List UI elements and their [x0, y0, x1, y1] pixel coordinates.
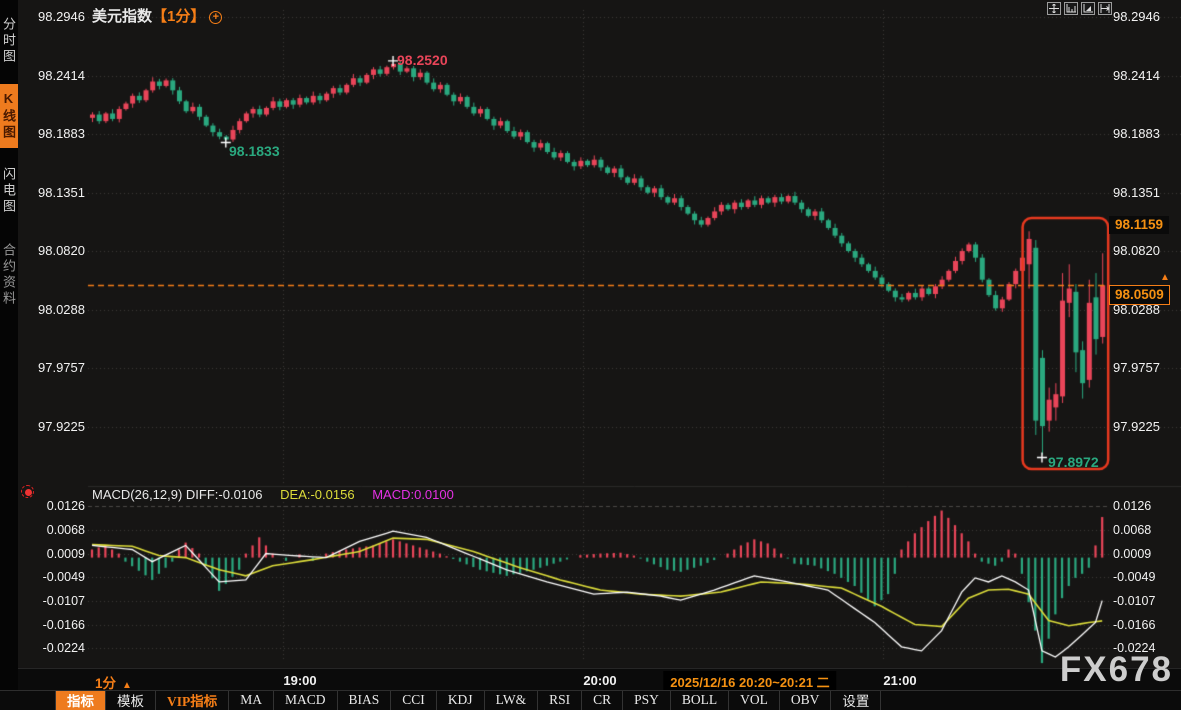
level-high-tag: 98.1159: [1109, 216, 1169, 234]
macd-axis-label-right: -0.0049: [1113, 570, 1155, 584]
macd-axis-label-left: 0.0009: [17, 547, 85, 561]
price-axis-label-left: 98.0288: [17, 302, 85, 317]
indicator-toolbar: 指标模板VIP指标MAMACDBIASCCIKDJLW&RSICRPSYBOLL…: [0, 690, 1181, 710]
toolbar-button-指标[interactable]: 指标: [55, 691, 106, 710]
toolbar-button-OBV[interactable]: OBV: [780, 691, 832, 710]
price-axis-label-left: 98.1883: [17, 126, 85, 141]
sidebar-tab-合约资料[interactable]: 合约资料: [0, 230, 18, 320]
current-price-arrow-icon: ▲: [1160, 272, 1170, 283]
interval-badge: 【1分】: [152, 8, 205, 25]
toolbar-button-PSY[interactable]: PSY: [623, 691, 671, 710]
session-high-label: 98.2520: [397, 52, 448, 68]
macd-axis-label-left: -0.0049: [17, 570, 85, 584]
price-axis-label-left: 98.1351: [17, 185, 85, 200]
indicator-alert-icon[interactable]: [21, 485, 36, 500]
toolbar-button-BIAS[interactable]: BIAS: [338, 691, 392, 710]
sidebar-tab-闪电图[interactable]: 闪电图: [0, 156, 18, 226]
mid-low-label: 98.1833: [229, 143, 280, 159]
macd-axis-label-right: -0.0166: [1113, 618, 1155, 632]
time-tick-21:00: 21:00: [883, 673, 916, 688]
price-axis-label-right: 97.9225: [1113, 419, 1160, 434]
macd-axis-label-left: 0.0126: [17, 499, 85, 513]
trading-chart-app: 分时图 K线图闪电图合约资料 美元指数【1分】 + 98.2946 98.2946 98…: [0, 0, 1181, 710]
chart-canvas[interactable]: [0, 0, 1181, 710]
symbol-name: 美元指数: [92, 8, 152, 25]
toolbar-button-CR[interactable]: CR: [582, 691, 623, 710]
macd-axis-label-left: -0.0107: [17, 594, 85, 608]
macd-axis-label-left: -0.0166: [17, 618, 85, 632]
price-axis-label-left: 97.9225: [17, 419, 85, 434]
price-axis-label-left: 97.9757: [17, 360, 85, 375]
burst-low-label: 97.8972: [1048, 454, 1099, 470]
zoom-axis-icon[interactable]: [1064, 2, 1078, 15]
toolbar-button-VIP指标[interactable]: VIP指标: [156, 691, 229, 710]
price-axis-label-right: 98.2414: [1113, 68, 1160, 83]
pan-tool-icon[interactable]: [1047, 2, 1061, 15]
toolbar-button-模板[interactable]: 模板: [106, 691, 156, 710]
time-tick-20:00: 20:00: [583, 673, 616, 688]
time-axis: 1分▲ 19:0020:0021:00 2025/12/16 20:20~20:…: [0, 668, 1181, 690]
macd-axis-label-left: -0.0224: [17, 641, 85, 655]
macd-axis-label-right: -0.0107: [1113, 594, 1155, 608]
macd-axis-label-left: 0.0068: [17, 523, 85, 537]
toolbar-button-设置[interactable]: 设置: [831, 691, 881, 710]
auto-scale-icon[interactable]: [1081, 2, 1095, 15]
macd-dea-value: DEA:-0.0156: [280, 487, 354, 502]
price-axis-label-right: 98.1883: [1113, 126, 1160, 141]
chart-tool-icons: [1047, 2, 1112, 15]
add-compare-icon[interactable]: +: [209, 11, 222, 24]
shift-chart-icon[interactable]: [1098, 2, 1112, 15]
toolbar-button-KDJ[interactable]: KDJ: [437, 691, 485, 710]
price-axis-label-left: 98.2946: [17, 9, 85, 24]
price-axis-label-right: 98.2946: [1113, 9, 1160, 24]
toolbar-button-CCI[interactable]: CCI: [391, 691, 437, 710]
macd-axis-label-right: 0.0068: [1113, 523, 1151, 537]
interval-label: 1分: [95, 676, 116, 691]
price-axis-label-right: 98.0820: [1113, 243, 1160, 258]
toolbar-button-VOL[interactable]: VOL: [729, 691, 780, 710]
price-axis-label-left: 98.0820: [17, 243, 85, 258]
left-sidebar: 分时图 K线图闪电图合约资料: [0, 0, 18, 710]
macd-header: MACD(26,12,9) DIFF:-0.0106 DEA:-0.0156 M…: [92, 487, 454, 502]
price-axis-label-right: 97.9757: [1113, 360, 1160, 375]
toolbar-button-BOLL[interactable]: BOLL: [671, 691, 729, 710]
current-price-tag: 98.0509: [1109, 285, 1170, 305]
macd-axis-label-right: 0.0126: [1113, 499, 1151, 513]
fx678-watermark: FX678: [1060, 650, 1173, 690]
interval-selector[interactable]: 1分▲: [95, 672, 132, 692]
sidebar-tab-分时图[interactable]: 分时图: [0, 6, 18, 76]
chart-title: 美元指数【1分】 +: [92, 5, 222, 26]
macd-macd-value: MACD:0.0100: [372, 487, 454, 502]
toolbar-button-LW&[interactable]: LW&: [485, 691, 539, 710]
sidebar-tab-K线图[interactable]: K线图: [0, 84, 18, 148]
macd-axis-label-right: 0.0009: [1113, 547, 1151, 561]
alert-core: [25, 489, 32, 496]
price-axis-label-left: 98.2414: [17, 68, 85, 83]
macd-formula-diff: MACD(26,12,9) DIFF:-0.0106: [92, 487, 263, 502]
toolbar-button-RSI[interactable]: RSI: [538, 691, 582, 710]
price-axis-label-right: 98.1351: [1113, 185, 1160, 200]
time-tick-19:00: 19:00: [283, 673, 316, 688]
toolbar-button-MACD[interactable]: MACD: [274, 691, 338, 710]
toolbar-button-MA[interactable]: MA: [229, 691, 274, 710]
